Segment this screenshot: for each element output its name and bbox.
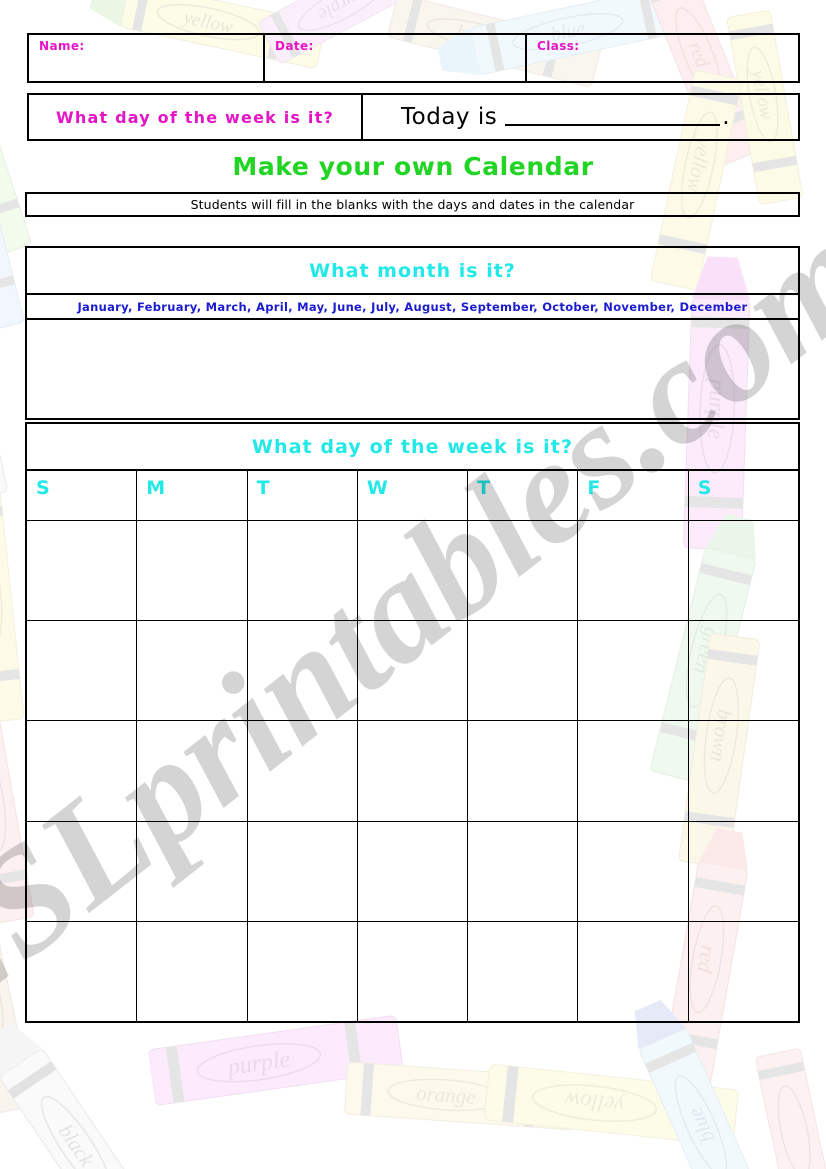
weekday-question-header: What day of the week is it? — [27, 424, 798, 471]
weekday-header-monday: M — [146, 477, 166, 499]
calendar-day-cell[interactable] — [578, 821, 689, 921]
calendar-day-cell[interactable] — [358, 821, 469, 921]
calendar-header-cell: T — [468, 471, 579, 520]
class-label: Class: — [537, 39, 580, 53]
worksheet-page: Name: Date: Class: What day of the week … — [0, 0, 826, 1169]
name-label: Name: — [39, 39, 85, 53]
calendar-table: S M T W T F S — [27, 471, 798, 1022]
today-is-line: Today is. — [401, 104, 730, 130]
calendar-day-cell[interactable] — [689, 922, 798, 1021]
weekday-header-tuesday: T — [256, 477, 270, 499]
weekday-header-friday: F — [587, 477, 601, 499]
calendar-day-cell[interactable] — [689, 621, 798, 720]
month-question-text: What month is it? — [309, 259, 516, 282]
date-label: Date: — [275, 39, 314, 53]
calendar-day-cell[interactable] — [137, 721, 248, 821]
calendar-day-cell[interactable] — [248, 721, 358, 821]
calendar-day-cell[interactable] — [468, 921, 579, 1022]
instruction-box: Students will fill in the blanks with th… — [25, 192, 800, 217]
calendar-day-cell[interactable] — [358, 521, 469, 621]
weekday-header-saturday: S — [697, 477, 712, 499]
calendar-week-row — [27, 621, 798, 722]
class-field-cell[interactable]: Class: — [527, 35, 798, 81]
calendar-week-row — [27, 521, 798, 622]
calendar-day-cell[interactable] — [137, 821, 248, 921]
weekday-question-text: What day of the week is it? — [251, 435, 574, 458]
calendar-day-cell[interactable] — [468, 821, 579, 921]
day-question-prompt-cell: What day of the week is it? — [29, 95, 363, 139]
month-answer-area[interactable] — [27, 320, 798, 418]
instruction-text: Students will fill in the blanks with th… — [190, 197, 635, 212]
day-question-prompt: What day of the week is it? — [56, 107, 334, 127]
calendar-week-row — [27, 821, 798, 922]
calendar-day-cell[interactable] — [137, 921, 248, 1022]
calendar-day-cell[interactable] — [27, 921, 138, 1022]
calendar-week-row — [27, 921, 798, 1022]
calendar-day-cell[interactable] — [358, 621, 469, 721]
day-question-row: What day of the week is it? Today is. — [27, 93, 800, 141]
weekday-header-sunday: S — [36, 477, 50, 499]
student-info-row: Name: Date: Class: — [27, 33, 800, 83]
month-names-list: January, February, March, April, May, Ju… — [77, 299, 748, 314]
calendar-header-cell: T — [248, 471, 358, 520]
calendar-day-cell[interactable] — [358, 921, 469, 1022]
calendar-day-cell[interactable] — [468, 521, 579, 621]
today-is-suffix: . — [722, 104, 731, 130]
calendar-day-cell[interactable] — [27, 821, 138, 921]
calendar-day-cell[interactable] — [689, 521, 798, 620]
calendar-header-cell: S — [689, 471, 798, 520]
calendar-day-cell[interactable] — [248, 821, 358, 921]
calendar-section: What day of the week is it? S M T W T F … — [25, 422, 800, 1023]
calendar-day-cell[interactable] — [689, 822, 798, 921]
calendar-day-cell[interactable] — [27, 721, 138, 821]
calendar-day-cell[interactable] — [27, 621, 138, 721]
calendar-day-cell[interactable] — [248, 621, 358, 721]
calendar-header-row: S M T W T F S — [27, 471, 798, 521]
calendar-header-cell: S — [27, 471, 138, 520]
weekday-header-wednesday: W — [366, 477, 388, 499]
calendar-day-cell[interactable] — [689, 721, 798, 820]
calendar-day-cell[interactable] — [578, 521, 689, 621]
calendar-day-cell[interactable] — [248, 921, 358, 1022]
calendar-day-cell[interactable] — [468, 721, 579, 821]
calendar-week-row — [27, 721, 798, 822]
today-answer-cell[interactable]: Today is. — [363, 95, 798, 139]
calendar-day-cell[interactable] — [137, 521, 248, 621]
calendar-header-cell: F — [578, 471, 689, 520]
calendar-day-cell[interactable] — [27, 521, 138, 621]
date-field-cell[interactable]: Date: — [265, 35, 527, 81]
calendar-day-cell[interactable] — [248, 521, 358, 621]
month-section: What month is it? January, February, Mar… — [25, 246, 800, 420]
calendar-day-cell[interactable] — [578, 721, 689, 821]
calendar-day-cell[interactable] — [578, 921, 689, 1022]
calendar-header-cell: W — [358, 471, 469, 520]
today-answer-blank[interactable] — [505, 109, 721, 126]
calendar-day-cell[interactable] — [468, 621, 579, 721]
page-title: Make your own Calendar — [232, 152, 594, 181]
today-is-prefix: Today is — [401, 104, 498, 130]
calendar-day-cell[interactable] — [578, 621, 689, 721]
name-field-cell[interactable]: Name: — [29, 35, 265, 81]
calendar-header-cell: M — [137, 471, 248, 520]
weekday-header-thursday: T — [477, 477, 491, 499]
calendar-day-cell[interactable] — [358, 721, 469, 821]
month-list-row: January, February, March, April, May, Ju… — [27, 295, 798, 320]
calendar-day-cell[interactable] — [137, 621, 248, 721]
month-question-header: What month is it? — [27, 248, 798, 295]
